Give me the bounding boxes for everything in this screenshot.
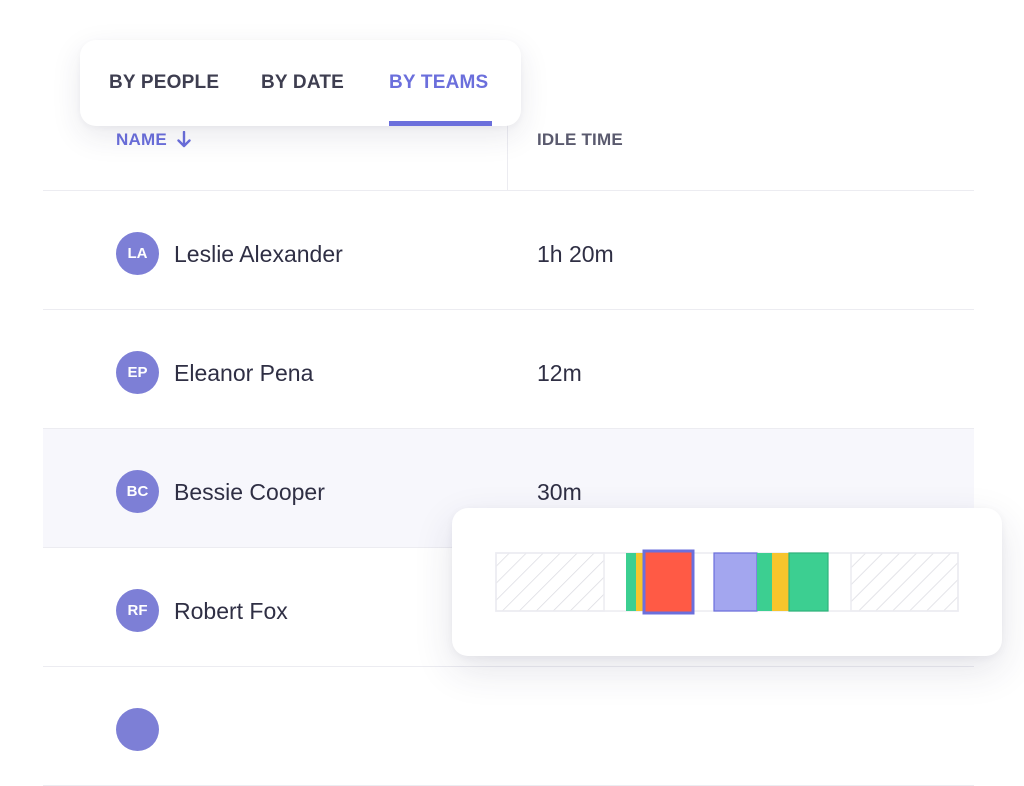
- column-header-idle-time[interactable]: IDLE TIME: [537, 130, 623, 150]
- idle-time-value: 30m: [537, 479, 582, 505]
- avatar: EP: [116, 351, 159, 394]
- avatar: BC: [116, 470, 159, 513]
- tab-by-people[interactable]: BY PEOPLE: [109, 72, 219, 94]
- sort-arrow-down-icon: [177, 131, 191, 148]
- activity-timeline: [495, 549, 959, 615]
- timeline-segment-meeting[interactable]: [713, 552, 758, 612]
- column-header-name[interactable]: NAME: [116, 130, 191, 150]
- idle-time-table: NAME IDLE TIME LA Leslie Alexander 1h 20…: [43, 86, 974, 786]
- idle-time-value: 1h 20m: [537, 241, 614, 267]
- active-tab-indicator: [389, 121, 492, 126]
- view-tabs: BY PEOPLE BY DATE BY TEAMS: [80, 40, 521, 126]
- timeline-segment-active[interactable]: [626, 553, 636, 611]
- tab-by-date[interactable]: BY DATE: [261, 72, 344, 94]
- table-row[interactable]: EP Eleanor Pena 12m: [43, 310, 974, 429]
- timeline-segment-untracked: [850, 552, 959, 612]
- person-name: Eleanor Pena: [174, 360, 314, 386]
- timeline-segment-selected[interactable]: [642, 549, 695, 615]
- table-row[interactable]: LA Leslie Alexander 1h 20m: [43, 191, 974, 310]
- person-name: Bessie Cooper: [174, 479, 325, 505]
- avatar: RF: [116, 589, 159, 632]
- avatar: [116, 708, 159, 751]
- idle-time-value: 12m: [537, 360, 582, 386]
- table-row[interactable]: [43, 667, 974, 786]
- timeline-segment-active[interactable]: [788, 552, 829, 612]
- timeline-segment-untracked: [495, 552, 605, 612]
- person-name: Leslie Alexander: [174, 241, 343, 267]
- person-name: Robert Fox: [174, 598, 288, 624]
- tab-by-teams[interactable]: BY TEAMS: [389, 72, 488, 94]
- column-header-name-label: NAME: [116, 130, 167, 149]
- avatar: LA: [116, 232, 159, 275]
- timeline-segment-active[interactable]: [757, 553, 772, 611]
- activity-timeline-popover: [452, 508, 1002, 656]
- timeline-segment-idle[interactable]: [772, 553, 789, 611]
